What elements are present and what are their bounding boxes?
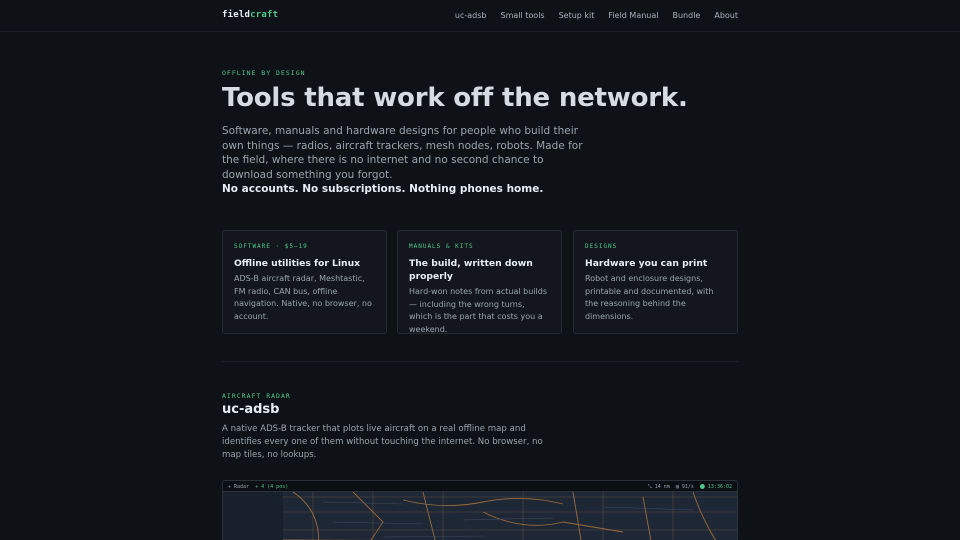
section-description: A native ADS-B tracker that plots live a… [222, 424, 543, 461]
nav-link-small-tools[interactable]: Small tools [501, 11, 545, 20]
section-divider [222, 361, 738, 362]
card-text: Hard-won notes from actual builds — incl… [409, 287, 547, 334]
card-title: Hardware you can print [585, 258, 708, 269]
hero-title: Tools that work off the network. [222, 83, 688, 113]
nav-link-setup-kit[interactable]: Setup kit [559, 11, 595, 20]
radar-range: ⤡ 14 nm [647, 484, 670, 490]
radar-screenshot[interactable]: ✈ Radar ✈ 4 (4 pos) ⤡ 14 nm ▥ 91/s ⬤ 13:… [222, 480, 738, 540]
hero-tagline: No accounts. No subscriptions. Nothing p… [222, 183, 544, 195]
logo-part-craft: craft [250, 10, 279, 20]
top-bar: fieldcraft uc-adsb Small tools Setup kit… [0, 0, 960, 32]
radar-title-group: ✈ Radar ✈ 4 (4 pos) [228, 484, 288, 490]
card-title: The build, written down properly [409, 258, 533, 282]
section-title: uc-adsb [222, 402, 280, 417]
card-software[interactable]: SOFTWARE · $5–19 Offline utilities for L… [222, 230, 387, 334]
card-designs[interactable]: DESIGNS Hardware you can print Robot and… [573, 230, 738, 334]
radar-clock: ⬤ 13:36:02 [699, 484, 732, 490]
hero-eyebrow: OFFLINE BY DESIGN [222, 69, 306, 77]
card-manuals[interactable]: MANUALS & KITS The build, written down p… [397, 230, 562, 334]
radar-title: ✈ Radar [228, 484, 250, 490]
nav-link-about[interactable]: About [714, 11, 738, 20]
card-text: ADS-B aircraft radar, Meshtastic, FM rad… [234, 274, 372, 321]
site-logo[interactable]: fieldcraft [222, 10, 278, 20]
main-nav: uc-adsb Small tools Setup kit Field Manu… [455, 11, 738, 20]
card-eyebrow: MANUALS & KITS [409, 243, 474, 250]
card-eyebrow: DESIGNS [585, 243, 618, 250]
radar-aircraft-count: ✈ 4 (4 pos) [255, 484, 289, 490]
radar-map[interactable] [223, 492, 738, 540]
card-title: Offline utilities for Linux [234, 258, 361, 269]
nav-link-bundle[interactable]: Bundle [672, 11, 700, 20]
card-eyebrow: SOFTWARE · $5–19 [234, 243, 308, 250]
nav-link-uc-adsb[interactable]: uc-adsb [455, 11, 487, 20]
radar-status-group: ⤡ 14 nm ▥ 91/s ⬤ 13:36:02 [648, 484, 732, 490]
card-text: Robot and enclosure designs, printable a… [585, 274, 714, 321]
radar-rate: ▥ 91/s [675, 484, 694, 490]
nav-link-field-manual[interactable]: Field Manual [608, 11, 658, 20]
radar-titlebar: ✈ Radar ✈ 4 (4 pos) ⤡ 14 nm ▥ 91/s ⬤ 13:… [223, 481, 737, 492]
section-eyebrow: AIRCRAFT RADAR [222, 392, 291, 400]
hero-description: Software, manuals and hardware designs f… [222, 125, 583, 181]
logo-part-field: field [222, 10, 251, 20]
